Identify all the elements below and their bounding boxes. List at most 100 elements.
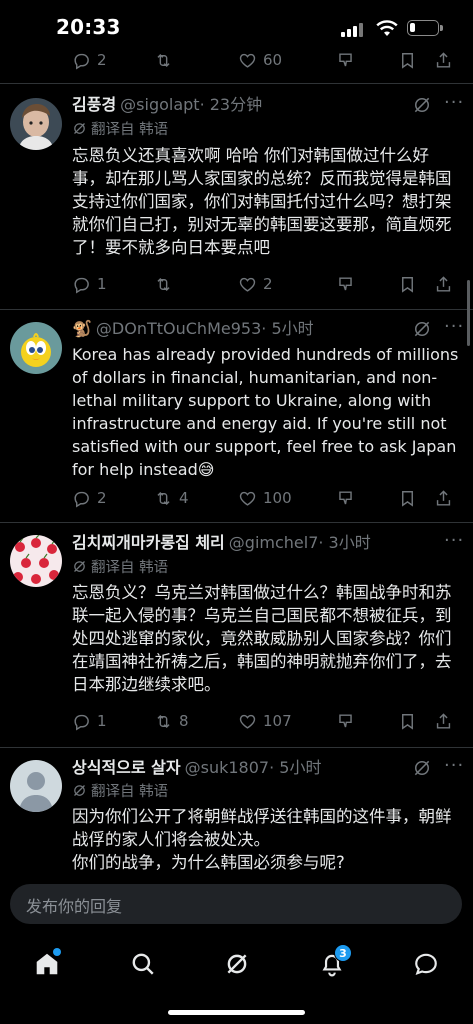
downvote-button[interactable]: [336, 272, 355, 296]
tweet-text: 忘恩负义还真喜欢啊 哈哈 你们对韩国做过什么好事，却在那儿骂人家国家的总统？反而…: [72, 146, 452, 257]
wifi-icon: [376, 20, 398, 36]
more-icon[interactable]: ···: [444, 92, 464, 113]
retweet-icon: [154, 51, 173, 70]
display-name[interactable]: 상식적으로 살자: [72, 758, 181, 777]
heart-icon: [238, 51, 257, 70]
avatar[interactable]: [10, 98, 62, 150]
retweet-button[interactable]: 8: [154, 709, 189, 733]
like-button[interactable]: 107: [238, 709, 292, 733]
bookmark-button[interactable]: [398, 709, 417, 733]
reply-button[interactable]: 2: [72, 48, 107, 72]
tweet[interactable]: 김치찌개마카롱집 체리 @gimchel7· 3小时 ··· 翻译自 韩语 忘恩负…: [0, 523, 473, 747]
bookmark-button[interactable]: [398, 486, 417, 510]
tweet-text: 忘恩负义？乌克兰对韩国做过什么？韩国战争时和苏联一起入侵的事？乌克兰自己国民都不…: [72, 583, 452, 694]
translate-icon: [72, 559, 87, 574]
tweet-actions: 2 4 100: [72, 486, 450, 510]
display-name[interactable]: 김풍경: [72, 95, 116, 114]
more-icon[interactable]: ···: [444, 755, 464, 776]
more-icon[interactable]: ···: [444, 530, 464, 551]
downvote-button[interactable]: [336, 709, 355, 733]
share-button[interactable]: [434, 486, 453, 510]
downvote-button[interactable]: [336, 486, 355, 510]
tweet-text: 因为你们公开了将朝鲜战俘送往韩国的这件事，朝鲜战俘的家人们将会被处决。 你们的战…: [72, 807, 452, 872]
tweet-actions: 1 2: [72, 272, 450, 296]
reply-placeholder: 发布你的回复: [26, 897, 123, 916]
previous-tweet-actions: 2 60: [72, 48, 450, 72]
bookmark-icon: [398, 712, 417, 731]
grok-icon[interactable]: [412, 319, 432, 339]
retweet-button[interactable]: [154, 272, 173, 296]
handle[interactable]: @sigolapt: [120, 95, 199, 114]
share-button[interactable]: [434, 709, 453, 733]
handle[interactable]: @gimchel7: [229, 533, 319, 552]
status-time: 20:33: [56, 15, 121, 39]
tab-messages[interactable]: [404, 942, 448, 986]
share-icon: [434, 275, 453, 294]
reply-icon: [72, 489, 91, 508]
bookmark-button[interactable]: [398, 272, 417, 296]
tweet[interactable]: 🐒 @DOnTtOuChMe953· 5小时 ··· Korea has alre…: [0, 310, 473, 522]
retweet-icon: [154, 712, 173, 731]
tweet[interactable]: 김풍경 @sigolapt· 23分钟 ··· 翻译自 韩语 忘恩负义还真喜欢啊 …: [0, 84, 473, 309]
heart-icon: [238, 489, 257, 508]
handle[interactable]: @suk1807: [185, 758, 269, 777]
like-button[interactable]: 60: [238, 48, 282, 72]
tweet-header: 김치찌개마카롱집 체리 @gimchel7· 3小时: [72, 532, 371, 554]
downvote-icon: [336, 275, 355, 294]
share-button[interactable]: [434, 272, 453, 296]
reply-icon: [72, 51, 91, 70]
tweet-text: Korea has already provided hundreds of m…: [72, 345, 459, 479]
handle[interactable]: @DOnTtOuChMe953: [96, 319, 261, 338]
downvote-icon: [336, 51, 355, 70]
translate-label[interactable]: 翻译自 韩语: [72, 120, 168, 140]
heart-icon: [238, 275, 257, 294]
like-button[interactable]: 2: [238, 272, 273, 296]
timestamp[interactable]: · 3小时: [318, 533, 370, 552]
tweet-header: 상식적으로 살자 @suk1807· 5小时: [72, 757, 321, 779]
home-indicator: [168, 1010, 305, 1015]
translate-icon: [72, 783, 87, 798]
display-name[interactable]: 🐒: [72, 319, 92, 338]
translate-label[interactable]: 翻译自 韩语: [72, 558, 168, 578]
downvote-button[interactable]: [336, 48, 355, 72]
home-badge-dot: [53, 948, 61, 956]
tab-grok[interactable]: [215, 942, 259, 986]
share-icon: [434, 489, 453, 508]
display-name[interactable]: 김치찌개마카롱집 체리: [72, 533, 225, 552]
tab-home[interactable]: [25, 942, 69, 986]
timestamp[interactable]: · 5小时: [261, 319, 313, 338]
translate-label[interactable]: 翻译自 韩语: [72, 782, 168, 802]
more-icon[interactable]: ···: [444, 316, 464, 337]
tweet-actions: 1 8 107: [72, 709, 450, 733]
downvote-icon: [336, 489, 355, 508]
retweet-button[interactable]: 4: [154, 486, 189, 510]
share-icon: [434, 51, 453, 70]
reply-button[interactable]: 1: [72, 272, 107, 296]
reply-icon: [72, 275, 91, 294]
avatar[interactable]: [10, 535, 62, 587]
reply-button[interactable]: 2: [72, 486, 107, 510]
tab-notifications[interactable]: 3: [310, 942, 354, 986]
grok-icon[interactable]: [412, 95, 432, 115]
status-bar: 20:33: [0, 0, 473, 46]
tab-search[interactable]: [121, 942, 165, 986]
timestamp[interactable]: · 23分钟: [200, 95, 263, 114]
avatar[interactable]: [10, 760, 62, 812]
bookmark-icon: [398, 489, 417, 508]
tweet[interactable]: 상식적으로 살자 @suk1807· 5小时 ··· 翻译自 韩语 因为你们公开了…: [0, 748, 473, 876]
like-button[interactable]: 100: [238, 486, 292, 510]
grok-icon[interactable]: [412, 758, 432, 778]
retweet-button[interactable]: [154, 48, 173, 72]
messages-icon: [415, 953, 437, 975]
avatar[interactable]: [10, 322, 62, 374]
timestamp[interactable]: · 5小时: [269, 758, 321, 777]
translate-icon: [72, 121, 87, 136]
share-button[interactable]: [434, 48, 453, 72]
reply-icon: [72, 712, 91, 731]
avatar-photo: [10, 98, 62, 150]
reply-input[interactable]: 发布你的回复: [10, 884, 462, 924]
bookmark-button[interactable]: [398, 48, 417, 72]
search-icon: [132, 953, 154, 975]
reply-button[interactable]: 1: [72, 709, 107, 733]
scrollbar[interactable]: [467, 280, 470, 346]
